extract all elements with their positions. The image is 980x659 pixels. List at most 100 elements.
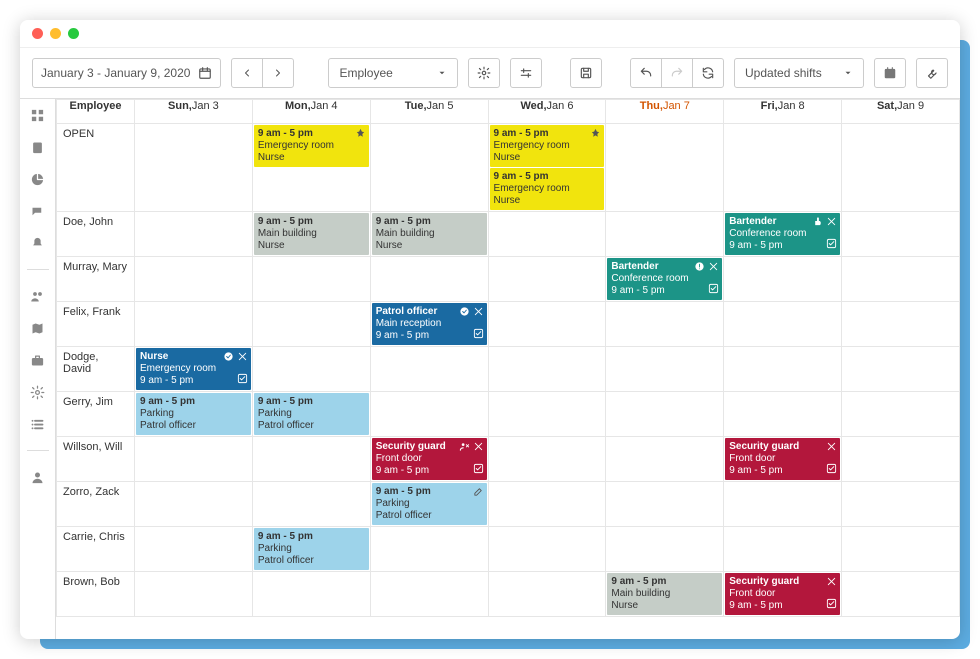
redo-button[interactable] xyxy=(661,58,693,88)
sidebar-item-team[interactable] xyxy=(30,288,46,304)
shift-card[interactable]: Security guardFront door9 am - 5 pm xyxy=(372,438,487,480)
day-cell[interactable]: 9 am - 5 pmMain buildingNurse xyxy=(370,212,488,257)
day-cell[interactable]: 9 am - 5 pmMain buildingNurse xyxy=(252,212,370,257)
day-cell[interactable] xyxy=(842,212,960,257)
shift-card[interactable]: Security guardFront door9 am - 5 pm xyxy=(725,438,840,480)
save-button[interactable] xyxy=(570,58,602,88)
day-cell[interactable] xyxy=(135,437,253,482)
sidebar-item-reports[interactable] xyxy=(30,171,46,187)
day-cell[interactable] xyxy=(724,482,842,527)
sidebar-item-alerts[interactable] xyxy=(30,235,46,251)
shift-card[interactable]: 9 am - 5 pmEmergency roomNurse xyxy=(490,125,605,167)
day-cell[interactable] xyxy=(370,347,488,392)
day-cell[interactable] xyxy=(606,482,724,527)
sidebar-item-chat[interactable] xyxy=(30,203,46,219)
day-cell[interactable] xyxy=(370,572,488,617)
day-cell[interactable] xyxy=(606,392,724,437)
shift-card[interactable]: 9 am - 5 pmEmergency roomNurse xyxy=(490,168,605,210)
shift-card[interactable]: BartenderConference room9 am - 5 pm xyxy=(725,213,840,255)
day-cell[interactable] xyxy=(842,124,960,212)
tools-button[interactable] xyxy=(916,58,948,88)
day-cell[interactable]: 9 am - 5 pmParkingPatrol officer xyxy=(252,527,370,572)
day-cell[interactable] xyxy=(842,257,960,302)
day-cell[interactable] xyxy=(606,437,724,482)
day-cell[interactable] xyxy=(606,347,724,392)
day-cell[interactable]: 9 am - 5 pmEmergency roomNurse9 am - 5 p… xyxy=(488,124,606,212)
day-cell[interactable] xyxy=(488,302,606,347)
day-cell[interactable]: Security guardFront door9 am - 5 pm xyxy=(724,572,842,617)
prev-button[interactable] xyxy=(231,58,263,88)
shift-card[interactable]: Patrol officerMain reception9 am - 5 pm xyxy=(372,303,487,345)
shift-card[interactable]: 9 am - 5 pmParkingPatrol officer xyxy=(372,483,487,525)
window-maximize-button[interactable] xyxy=(68,28,79,39)
day-cell[interactable] xyxy=(842,392,960,437)
day-cell[interactable] xyxy=(135,302,253,347)
shift-card[interactable]: 9 am - 5 pmEmergency roomNurse xyxy=(254,125,369,167)
day-cell[interactable]: 9 am - 5 pmParkingPatrol officer xyxy=(370,482,488,527)
shift-card[interactable]: 9 am - 5 pmParkingPatrol officer xyxy=(136,393,251,435)
filter-dropdown[interactable]: Updated shifts xyxy=(734,58,864,88)
settings-button[interactable] xyxy=(468,58,500,88)
day-cell[interactable] xyxy=(842,437,960,482)
sidebar-item-tasks[interactable] xyxy=(30,139,46,155)
day-cell[interactable]: BartenderConference room9 am - 5 pm xyxy=(606,257,724,302)
day-cell[interactable]: NurseEmergency room9 am - 5 pm xyxy=(135,347,253,392)
calendar-plus-button[interactable] xyxy=(874,58,906,88)
day-cell[interactable] xyxy=(606,124,724,212)
day-cell[interactable]: Security guardFront door9 am - 5 pm xyxy=(370,437,488,482)
shift-card[interactable]: 9 am - 5 pmMain buildingNurse xyxy=(254,213,369,255)
sidebar-item-profile[interactable] xyxy=(30,469,46,485)
day-cell[interactable]: 9 am - 5 pmMain buildingNurse xyxy=(606,572,724,617)
day-cell[interactable] xyxy=(724,392,842,437)
day-cell[interactable] xyxy=(135,482,253,527)
day-cell[interactable] xyxy=(370,124,488,212)
sidebar-item-list[interactable] xyxy=(30,416,46,432)
undo-button[interactable] xyxy=(630,58,662,88)
day-cell[interactable] xyxy=(488,257,606,302)
day-cell[interactable]: 9 am - 5 pmParkingPatrol officer xyxy=(252,392,370,437)
day-cell[interactable]: BartenderConference room9 am - 5 pm xyxy=(724,212,842,257)
day-cell[interactable] xyxy=(370,257,488,302)
shift-card[interactable]: BartenderConference room9 am - 5 pm xyxy=(607,258,722,300)
day-cell[interactable] xyxy=(606,212,724,257)
day-cell[interactable] xyxy=(370,392,488,437)
day-cell[interactable] xyxy=(724,302,842,347)
day-cell[interactable] xyxy=(488,212,606,257)
day-cell[interactable] xyxy=(135,212,253,257)
window-minimize-button[interactable] xyxy=(50,28,61,39)
shift-card[interactable]: 9 am - 5 pmParkingPatrol officer xyxy=(254,393,369,435)
day-cell[interactable] xyxy=(252,257,370,302)
refresh-button[interactable] xyxy=(692,58,724,88)
day-cell[interactable] xyxy=(842,302,960,347)
day-cell[interactable] xyxy=(842,572,960,617)
day-cell[interactable] xyxy=(135,572,253,617)
sidebar-item-grid[interactable] xyxy=(30,107,46,123)
sidebar-item-locations[interactable] xyxy=(30,320,46,336)
day-cell[interactable] xyxy=(724,527,842,572)
day-cell[interactable] xyxy=(488,437,606,482)
day-cell[interactable] xyxy=(488,527,606,572)
sidebar-item-settings[interactable] xyxy=(30,384,46,400)
day-cell[interactable] xyxy=(252,302,370,347)
group-by-dropdown[interactable]: Employee xyxy=(328,58,458,88)
day-cell[interactable] xyxy=(724,347,842,392)
day-cell[interactable]: Security guardFront door9 am - 5 pm xyxy=(724,437,842,482)
day-cell[interactable] xyxy=(606,527,724,572)
day-cell[interactable] xyxy=(488,482,606,527)
day-cell[interactable] xyxy=(135,527,253,572)
date-range-picker[interactable]: January 3 - January 9, 2020 xyxy=(32,58,221,88)
day-cell[interactable] xyxy=(252,347,370,392)
day-cell[interactable] xyxy=(252,437,370,482)
shift-card[interactable]: 9 am - 5 pmMain buildingNurse xyxy=(607,573,722,615)
day-cell[interactable] xyxy=(842,347,960,392)
filter-button[interactable] xyxy=(510,58,542,88)
day-cell[interactable] xyxy=(606,302,724,347)
day-cell[interactable]: 9 am - 5 pmParkingPatrol officer xyxy=(135,392,253,437)
day-cell[interactable] xyxy=(842,482,960,527)
day-cell[interactable] xyxy=(252,572,370,617)
shift-card[interactable]: NurseEmergency room9 am - 5 pm xyxy=(136,348,251,390)
shift-card[interactable]: 9 am - 5 pmParkingPatrol officer xyxy=(254,528,369,570)
day-cell[interactable] xyxy=(724,124,842,212)
day-cell[interactable] xyxy=(370,527,488,572)
day-cell[interactable] xyxy=(724,257,842,302)
